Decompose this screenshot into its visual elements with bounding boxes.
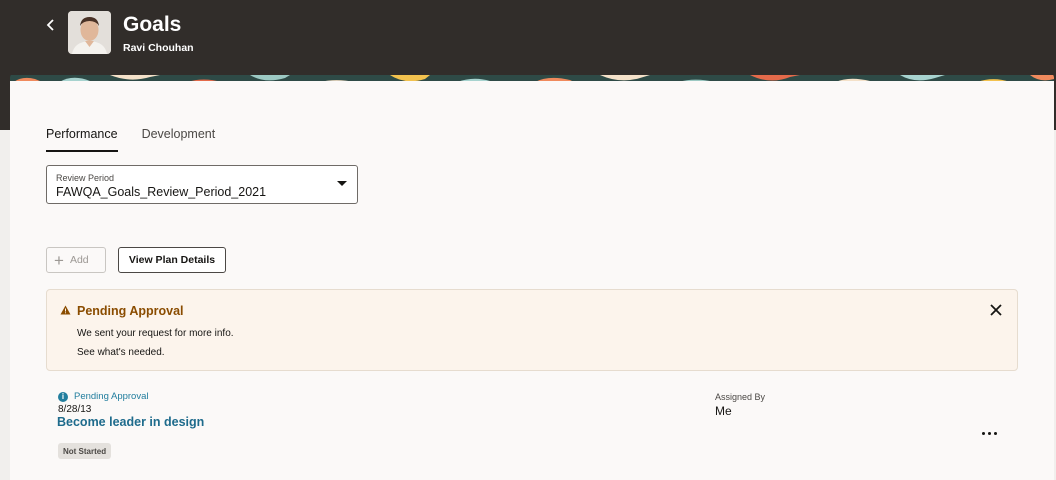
goal-title-link[interactable]: Become leader in design [57, 415, 204, 429]
plus-icon: + [54, 250, 64, 270]
close-alert-button[interactable] [987, 301, 1005, 319]
tab-development[interactable]: Development [142, 127, 216, 152]
close-icon [990, 304, 1002, 316]
add-button-label: Add [69, 254, 89, 266]
warning-icon [60, 305, 71, 315]
assigned-by-value: Me [715, 404, 732, 418]
review-period-label: Review Period [56, 173, 115, 183]
person-name: Ravi Chouhan [123, 42, 194, 54]
info-icon: i [58, 391, 68, 402]
main-panel: Performance Development Review Period FA… [10, 81, 1054, 480]
view-plan-details-button[interactable]: View Plan Details [118, 247, 226, 273]
alert-title: Pending Approval [77, 304, 184, 318]
chevron-left-icon [46, 19, 54, 31]
pending-approval-alert: Pending Approval We sent your request fo… [46, 289, 1018, 371]
more-actions-button[interactable] [978, 426, 1000, 440]
tab-performance[interactable]: Performance [46, 127, 118, 152]
goal-status-badge: Not Started [58, 443, 112, 459]
add-button[interactable]: + Add [46, 247, 106, 273]
more-dots-icon [981, 431, 985, 435]
review-period-select[interactable]: Review Period FAWQA_Goals_Review_Period_… [46, 165, 358, 204]
assigned-by-label: Assigned By [715, 392, 766, 402]
alert-message: We sent your request for more info. [77, 328, 234, 339]
goal-status: i Pending Approval [58, 391, 148, 402]
goal-date: 8/28/13 [58, 404, 92, 415]
tab-bar: Performance Development [46, 127, 215, 152]
caret-down-icon [337, 181, 347, 186]
review-period-value: FAWQA_Goals_Review_Period_2021 [56, 185, 267, 199]
avatar [68, 11, 111, 54]
goal-status-text: Pending Approval [74, 391, 149, 402]
alert-link[interactable]: See what's needed. [77, 347, 165, 358]
goal-card: i Pending Approval 8/28/13 Become leader… [46, 389, 1018, 469]
page-title: Goals [123, 13, 182, 36]
back-button[interactable] [40, 14, 62, 36]
